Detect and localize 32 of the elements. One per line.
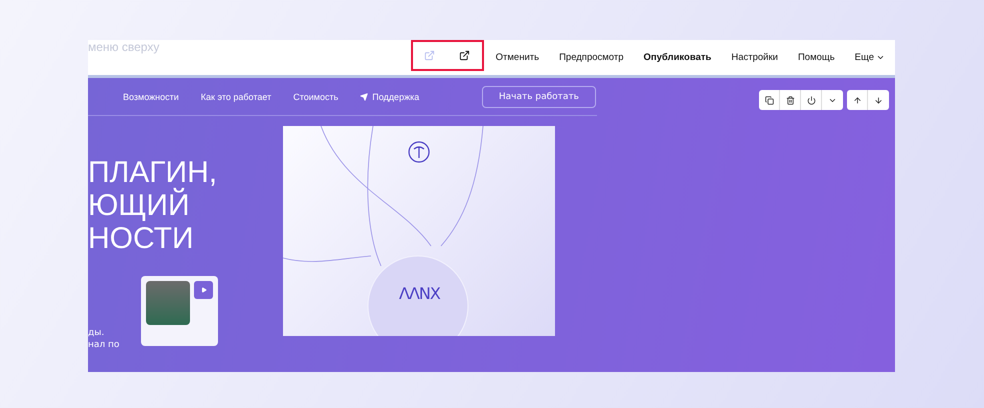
- caret-icon: [876, 53, 885, 62]
- toolbar-action[interactable]: Еще: [854, 52, 885, 63]
- hero-text: ды. нал по: [88, 327, 120, 351]
- play-icon: [200, 287, 206, 293]
- power-button[interactable]: [801, 90, 822, 110]
- delete-button[interactable]: [780, 90, 801, 110]
- up-button[interactable]: [847, 90, 868, 110]
- start-button[interactable]: Начать работать: [482, 86, 596, 108]
- brand-logo: ΛΛΝX: [399, 284, 440, 303]
- external-link-icon[interactable]: [458, 50, 470, 61]
- copy-button[interactable]: [759, 90, 780, 110]
- toolbar-action[interactable]: Отменить: [496, 52, 540, 63]
- toolbar-action[interactable]: Опубликовать: [644, 52, 712, 63]
- hero-headline: ПЛАГИН, ЮЩИЙ НОСТИ: [88, 156, 218, 255]
- trash-icon: [786, 96, 794, 104]
- nav-link[interactable]: Стоимость: [293, 92, 338, 102]
- arrow-up-icon: [852, 96, 862, 104]
- toolbar-action[interactable]: Предпросмотр: [559, 52, 624, 63]
- nav-link[interactable]: Поддержка: [360, 92, 420, 102]
- nav-link[interactable]: Возможности: [123, 92, 179, 102]
- photo-placeholder: [146, 281, 190, 325]
- toolbar-action[interactable]: Настройки: [731, 52, 778, 63]
- send-icon: [360, 92, 368, 100]
- play-button[interactable]: [194, 281, 213, 299]
- menu-hint: меню сверху: [88, 40, 160, 54]
- power-icon: [806, 96, 816, 104]
- copy-icon: [764, 96, 774, 104]
- toolbar-action[interactable]: Помощь: [798, 52, 835, 63]
- t-logo-icon: [408, 141, 430, 163]
- down-button[interactable]: [868, 90, 889, 110]
- arrow-down-icon: [874, 96, 883, 104]
- nav-link[interactable]: Как это работает: [200, 92, 272, 102]
